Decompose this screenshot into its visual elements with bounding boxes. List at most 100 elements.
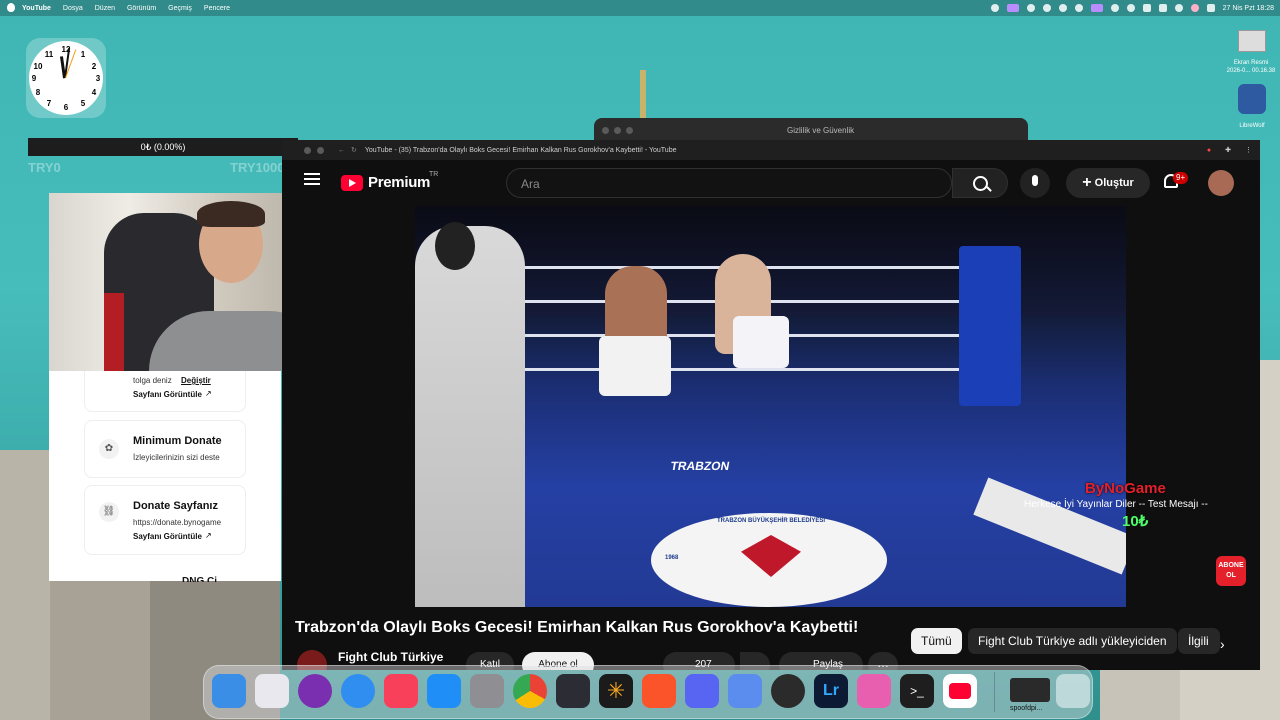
window-close-icon[interactable] xyxy=(602,127,609,134)
app-icon[interactable] xyxy=(857,674,891,708)
clock-number: 5 xyxy=(80,99,86,108)
bluetooth-icon[interactable] xyxy=(1058,4,1067,12)
display-icon[interactable] xyxy=(1142,4,1151,12)
overlay-message: Herkese İyi Yayınlar Diler -- Test Mesaj… xyxy=(1024,499,1208,510)
dock-file-label: spoofdpi... xyxy=(1010,705,1043,712)
video-player[interactable]: TRABZON TRABZON BÜYÜKŞEHİR BELEDİYESİ 19… xyxy=(415,206,1126,607)
change-account-link[interactable]: Değiştir xyxy=(181,376,211,385)
referee xyxy=(415,226,525,607)
music-icon[interactable] xyxy=(384,674,418,708)
window-minimize-icon[interactable] xyxy=(614,127,621,134)
ring-logo-year: 1968 xyxy=(665,555,679,561)
status-icon[interactable] xyxy=(990,4,999,12)
search-input[interactable]: Ara xyxy=(506,168,952,198)
minimized-window-icon[interactable] xyxy=(1010,678,1050,702)
search-icon[interactable] xyxy=(1174,4,1183,12)
donate-page-title: Donate Sayfanız xyxy=(133,500,218,512)
screenshot-file-date: 2026-0... 00.16.38 xyxy=(1226,68,1276,74)
iphone-mirroring-icon[interactable] xyxy=(728,674,762,708)
donation-max-label: TRY1000 xyxy=(230,160,285,175)
window-zoom-icon[interactable] xyxy=(626,127,633,134)
donate-page-card[interactable]: ⛓ Donate Sayfanız https://donate.bynogam… xyxy=(84,485,246,555)
menu-gecmis[interactable]: Geçmiş xyxy=(168,5,192,12)
menu-duzen[interactable]: Düzen xyxy=(95,5,115,12)
headphones-icon[interactable] xyxy=(1074,4,1083,12)
finder-icon[interactable] xyxy=(212,674,246,708)
lightroom-icon[interactable]: Lr xyxy=(814,674,848,708)
system-settings-icon[interactable] xyxy=(470,674,504,708)
plus-icon: + xyxy=(1082,174,1092,192)
status-icon[interactable] xyxy=(1090,4,1103,12)
brave-icon[interactable] xyxy=(642,674,676,708)
account-user-name: tolga deniz xyxy=(133,376,172,385)
wifi-icon[interactable] xyxy=(1158,4,1167,12)
external-link-icon: ↗ xyxy=(205,531,212,540)
firefox-icon[interactable] xyxy=(298,674,332,708)
trash-icon[interactable] xyxy=(1056,674,1090,708)
ring-logo: TRABZON BÜYÜKŞEHİR BELEDİYESİ 1968 xyxy=(651,513,887,607)
status-icon[interactable] xyxy=(1110,4,1119,12)
zoom-icon[interactable]: ● xyxy=(1207,147,1211,154)
chips-next-icon[interactable]: › xyxy=(1220,636,1225,652)
user-avatar[interactable] xyxy=(1208,170,1234,196)
hamburger-menu-icon[interactable] xyxy=(304,178,320,180)
davinci-resolve-icon[interactable] xyxy=(556,674,590,708)
play-icon[interactable] xyxy=(1126,4,1135,12)
menu-app-name[interactable]: YouTube xyxy=(22,5,51,12)
view-page-link[interactable]: Sayfanı Görüntüle xyxy=(133,532,202,541)
ring-corner-post xyxy=(959,246,1021,406)
youtube-logo-icon[interactable] xyxy=(341,175,363,191)
screenshot-file-label[interactable]: Ekran Resmi xyxy=(1226,60,1276,66)
youtube-app-icon[interactable] xyxy=(943,674,977,708)
donation-progress-text: 0₺ (0.00%) xyxy=(140,141,186,152)
launchpad-icon[interactable] xyxy=(255,674,289,708)
donation-progress-bar: 0₺ (0.00%) xyxy=(28,138,298,156)
discord-icon[interactable] xyxy=(685,674,719,708)
screen-record-icon[interactable] xyxy=(1006,4,1019,12)
voice-search-button[interactable] xyxy=(1020,168,1050,198)
clock-number: 2 xyxy=(91,62,97,71)
menu-gorunum[interactable]: Görünüm xyxy=(127,5,156,12)
minimum-donate-card[interactable]: ✿ Minimum Donate İzleyicilerinizin sizi … xyxy=(84,420,246,478)
safari-icon[interactable] xyxy=(341,674,375,708)
siri-icon[interactable] xyxy=(1190,4,1199,12)
overlay-amount: 10₺ xyxy=(1122,513,1149,530)
window-close-icon[interactable] xyxy=(304,146,311,154)
menu-datetime[interactable]: 27 Nis Pzt 18:28 xyxy=(1223,5,1274,12)
obs-icon[interactable] xyxy=(771,674,805,708)
create-label: Oluştur xyxy=(1094,177,1134,189)
chip-all[interactable]: Tümü xyxy=(911,628,962,654)
clock-number: 1 xyxy=(80,50,86,59)
more-icon[interactable]: ⋮ xyxy=(1245,146,1252,154)
channel-name[interactable]: Fight Club Türkiye xyxy=(338,650,443,664)
clock-number: 7 xyxy=(46,99,52,108)
status-icon[interactable] xyxy=(1026,4,1035,12)
perplexity-icon[interactable]: ✳ xyxy=(599,674,633,708)
chrome-icon[interactable] xyxy=(513,674,547,708)
menu-pencere[interactable]: Pencere xyxy=(204,5,230,12)
window-minimize-icon[interactable] xyxy=(317,146,324,154)
back-icon[interactable]: ← xyxy=(338,147,345,154)
apple-logo-icon[interactable] xyxy=(7,3,15,12)
view-page-link[interactable]: Sayfanı Görüntüle xyxy=(133,390,202,399)
overlay-brand: ByNoGame xyxy=(1085,480,1166,497)
control-center-icon[interactable] xyxy=(1206,4,1215,12)
screenshot-file-icon[interactable] xyxy=(1238,30,1266,52)
app-store-icon[interactable] xyxy=(427,674,461,708)
terminal-icon[interactable]: >_ xyxy=(900,674,934,708)
clock-number: 10 xyxy=(33,62,43,71)
librewolf-icon[interactable] xyxy=(1238,84,1266,114)
chip-related[interactable]: İlgili xyxy=(1178,628,1220,654)
menu-dosya[interactable]: Dosya xyxy=(63,5,83,12)
reload-icon[interactable]: ↻ xyxy=(351,146,357,154)
create-button[interactable]: + Oluştur xyxy=(1066,168,1150,198)
chip-uploader[interactable]: Fight Club Türkiye adlı yükleyiciden xyxy=(968,628,1177,654)
youtube-premium-logo[interactable]: Premium xyxy=(368,174,430,191)
librewolf-label[interactable]: LibreWolf xyxy=(1227,123,1277,129)
status-icon[interactable] xyxy=(1042,4,1051,12)
clock-number: 3 xyxy=(95,74,101,83)
search-button[interactable] xyxy=(952,168,1008,198)
background-window[interactable]: Gizlilik ve Güvenlik xyxy=(594,118,1028,142)
notifications-badge: 9+ xyxy=(1173,172,1189,184)
extensions-icon[interactable]: ✚ xyxy=(1225,146,1231,154)
